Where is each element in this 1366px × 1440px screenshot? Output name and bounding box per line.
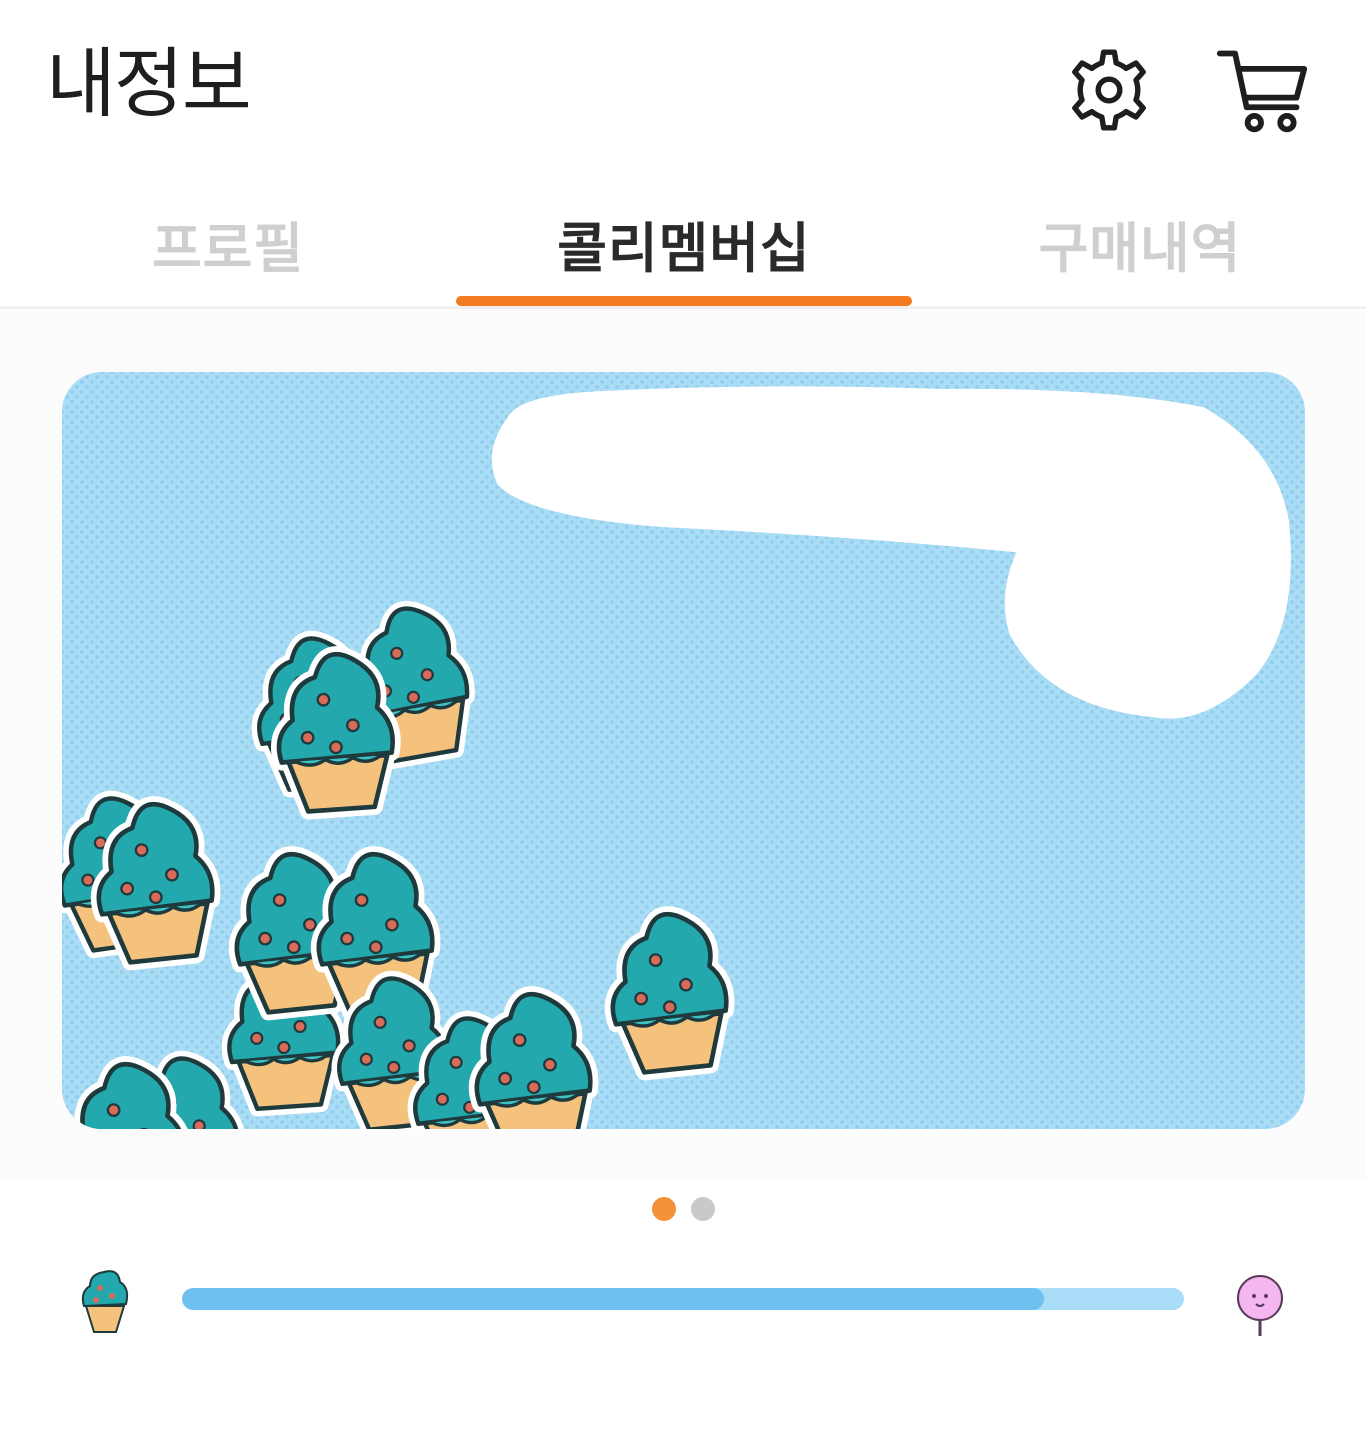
redaction-scribble [491, 386, 1291, 719]
page-title: 내정보 [46, 39, 252, 128]
mint-ice-cream-icon [81, 1270, 129, 1333]
tab-purchase-history[interactable]: 구매내역 [912, 180, 1366, 306]
carousel-dot[interactable] [691, 1197, 715, 1221]
cart-icon [1216, 50, 1308, 133]
membership-progress [0, 1250, 1366, 1360]
membership-card-area [0, 310, 1366, 1180]
card-illustration [62, 386, 1291, 1129]
tab-membership[interactable]: 콜리멤버십 [456, 180, 912, 306]
app-header: 내정보 [0, 0, 1366, 170]
carousel-indicator [652, 1197, 716, 1223]
progress-bar [182, 1288, 1184, 1310]
gear-icon [1072, 49, 1146, 131]
membership-card[interactable] [62, 372, 1305, 1129]
cart-button[interactable] [1212, 40, 1312, 140]
pink-cotton-candy-icon [1237, 1275, 1283, 1336]
active-tab-indicator [456, 296, 912, 306]
tab-bar: 프로필 콜리멤버십 구매내역 [0, 180, 1366, 309]
tab-profile[interactable]: 프로필 [0, 180, 456, 306]
progress-fill [182, 1288, 1044, 1310]
carousel-dot-active[interactable] [652, 1197, 676, 1221]
settings-button[interactable] [1059, 40, 1159, 140]
